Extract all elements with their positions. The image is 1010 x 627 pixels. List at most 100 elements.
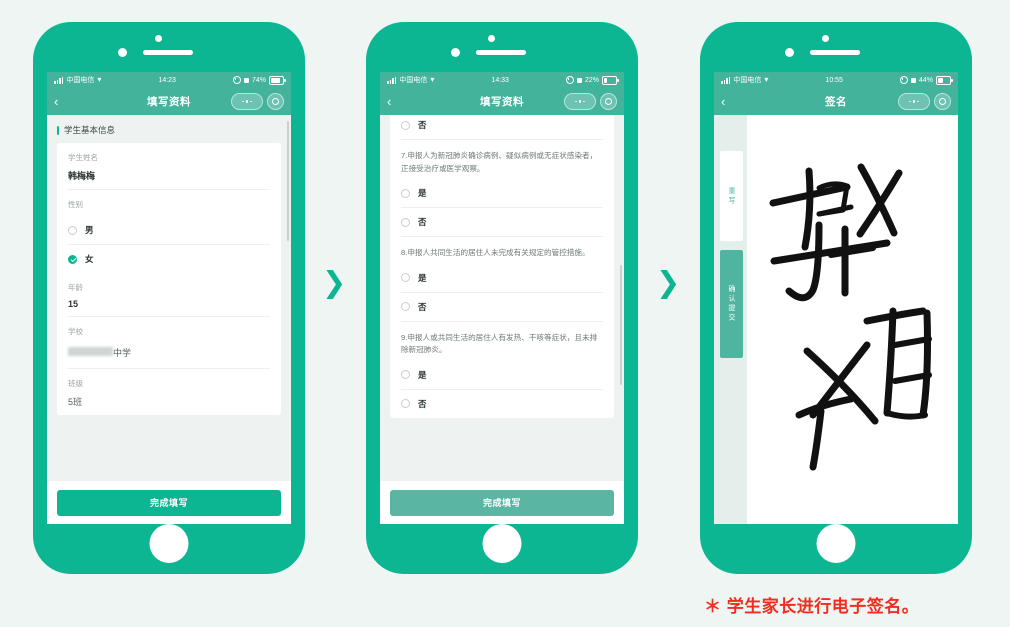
- signature-screen: 重写 确认提交: [714, 115, 958, 524]
- radio-label: 否: [418, 217, 427, 228]
- field-value: 深圳市南山中学: [68, 346, 131, 359]
- alarm-icon: [899, 76, 908, 84]
- form-footer: 完成填写: [47, 481, 291, 524]
- battery-icon: [602, 75, 619, 85]
- poster-stage: 中国电信 ▾ 14:23 74% ‹ 填写资料 学生基本信息 学生姓名 韩梅梅 …: [0, 0, 1010, 627]
- miniprogram-capsule: [231, 93, 284, 110]
- scrollbar-thumb[interactable]: [287, 121, 289, 241]
- section-header: 学生基本信息: [47, 115, 291, 143]
- field-label: 班级: [68, 379, 83, 388]
- home-button[interactable]: [816, 524, 856, 563]
- status-time: 10:55: [825, 76, 843, 84]
- more-menu-button[interactable]: [564, 93, 596, 110]
- clear-signature-button[interactable]: 重写: [720, 151, 743, 241]
- radio-option-no[interactable]: 否: [401, 293, 603, 321]
- form-card: 学生姓名 韩梅梅 性别 男 女 年龄 15 学校 中学 班级 5班: [57, 143, 281, 415]
- field-label: 性别: [68, 200, 83, 209]
- more-menu-button[interactable]: [231, 93, 263, 110]
- radio-icon[interactable]: [401, 370, 410, 380]
- redacted-text: 深圳市南山: [68, 346, 114, 359]
- phone-screen: 中国电信 ▾ 10:55 44% ‹ 签名 重写 确认提交: [714, 72, 958, 524]
- radio-icon[interactable]: [401, 273, 410, 283]
- field-value-suffix: 中学: [113, 348, 132, 358]
- radio-option-no[interactable]: 否: [401, 208, 603, 236]
- wifi-icon: ▾: [430, 75, 435, 84]
- section-title: 学生基本信息: [64, 125, 116, 135]
- phone-mockup-form-basic-info: 中国电信 ▾ 14:23 74% ‹ 填写资料 学生基本信息 学生姓名 韩梅梅 …: [33, 22, 305, 574]
- submit-button[interactable]: 完成填写: [390, 489, 614, 516]
- radio-checked-icon[interactable]: [68, 254, 77, 264]
- questions-card: 否 7.申报人为新冠肺炎确诊病例、疑似病例或无症状感染者，正接受治疗或医学观察。…: [390, 115, 614, 418]
- signal-bars-icon: [721, 76, 731, 84]
- radio-label: 否: [418, 120, 427, 130]
- submit-button[interactable]: 完成填写: [57, 489, 281, 516]
- radio-icon[interactable]: [401, 217, 410, 227]
- field-label: 学校: [68, 327, 83, 336]
- sensor-dot-icon: [451, 48, 460, 57]
- status-time: 14:33: [491, 76, 509, 84]
- nav-bar: ‹ 填写资料: [380, 88, 624, 115]
- field-student-name: 学生姓名 韩梅梅: [68, 143, 270, 190]
- phone-screen: 中国电信 ▾ 14:33 22% ‹ 填写资料 否 7.申报人为新冠肺炎确诊病例…: [380, 72, 624, 524]
- status-bar: 中国电信 ▾ 10:55 44%: [714, 72, 958, 88]
- radio-icon[interactable]: [68, 225, 77, 235]
- phone-screen: 中国电信 ▾ 14:23 74% ‹ 填写资料 学生基本信息 学生姓名 韩梅梅 …: [47, 72, 291, 524]
- signature-canvas[interactable]: [747, 115, 958, 524]
- home-button[interactable]: [482, 524, 522, 563]
- field-value: 15: [68, 299, 79, 309]
- back-button[interactable]: ‹: [721, 95, 735, 108]
- scrollbar-thumb[interactable]: [620, 265, 622, 385]
- signal-bars-icon: [54, 76, 64, 84]
- carrier-label: 中国电信: [399, 77, 428, 84]
- partial-option-top[interactable]: 否: [401, 115, 603, 140]
- radio-label: 女: [85, 254, 94, 264]
- carrier-label: 中国电信: [733, 77, 762, 84]
- home-button[interactable]: [149, 524, 189, 563]
- sensor-dot-icon: [118, 48, 127, 57]
- radio-option-no[interactable]: 否: [401, 390, 603, 418]
- radio-icon[interactable]: [401, 399, 410, 409]
- confirm-signature-button[interactable]: 确认提交: [720, 250, 743, 358]
- radio-option-yes[interactable]: 是: [401, 361, 603, 390]
- close-button[interactable]: [934, 93, 951, 110]
- field-value: 5班: [68, 397, 83, 407]
- status-time: 14:23: [158, 76, 176, 84]
- radio-icon[interactable]: [401, 120, 410, 130]
- radio-option-female[interactable]: 女: [68, 245, 270, 273]
- question-7: 7.申报人为新冠肺炎确诊病例、疑似病例或无症状感染者，正接受治疗或医学观察。 是…: [401, 140, 603, 238]
- battery-icon: [269, 75, 286, 85]
- radio-option-yes[interactable]: 是: [401, 179, 603, 209]
- radio-label: 否: [418, 398, 427, 409]
- status-bar: 中国电信 ▾ 14:23 74%: [47, 72, 291, 88]
- phone-mockup-form-health-questions: 中国电信 ▾ 14:33 22% ‹ 填写资料 否 7.申报人为新冠肺炎确诊病例…: [366, 22, 638, 574]
- back-button[interactable]: ‹: [387, 95, 401, 108]
- field-school: 学校 深圳市南山中学: [68, 317, 270, 369]
- miniprogram-capsule: [564, 93, 617, 110]
- section-accent-bar: [57, 125, 59, 135]
- footnote-caption: ＊ 学生家长进行电子签名。: [704, 597, 920, 616]
- radio-label: 是: [418, 369, 427, 380]
- field-gender: 性别 男 女: [68, 190, 270, 273]
- close-button[interactable]: [267, 93, 284, 110]
- miniprogram-capsule: [898, 93, 951, 110]
- radio-option-yes[interactable]: 是: [401, 264, 603, 293]
- phone-notch: [366, 22, 638, 72]
- question-text: 8.申报人共同生活的居住人未完成有关规定的管控措施。: [401, 248, 590, 258]
- radio-icon[interactable]: [401, 188, 410, 198]
- form-content: 学生基本信息 学生姓名 韩梅梅 性别 男 女 年龄 15 学校 中学 班级 5班: [47, 115, 291, 524]
- back-button[interactable]: ‹: [54, 95, 68, 108]
- battery-percent: 44%: [918, 76, 933, 84]
- radio-icon[interactable]: [401, 302, 410, 312]
- phone-notch: [700, 22, 972, 72]
- radio-label: 是: [418, 188, 427, 199]
- radio-label: 男: [85, 225, 94, 235]
- radio-option-male[interactable]: 男: [68, 216, 270, 245]
- camera-dot-icon: [155, 35, 162, 42]
- close-button[interactable]: [600, 93, 617, 110]
- question-8: 8.申报人共同生活的居住人未完成有关规定的管控措施。 是 否: [401, 237, 603, 322]
- field-value: 韩梅梅: [68, 171, 96, 181]
- more-menu-button[interactable]: [898, 93, 930, 110]
- battery-icon: [936, 75, 953, 85]
- phone-mockup-signature-pad: 中国电信 ▾ 10:55 44% ‹ 签名 重写 确认提交: [700, 22, 972, 574]
- speaker-bar-icon: [476, 50, 526, 55]
